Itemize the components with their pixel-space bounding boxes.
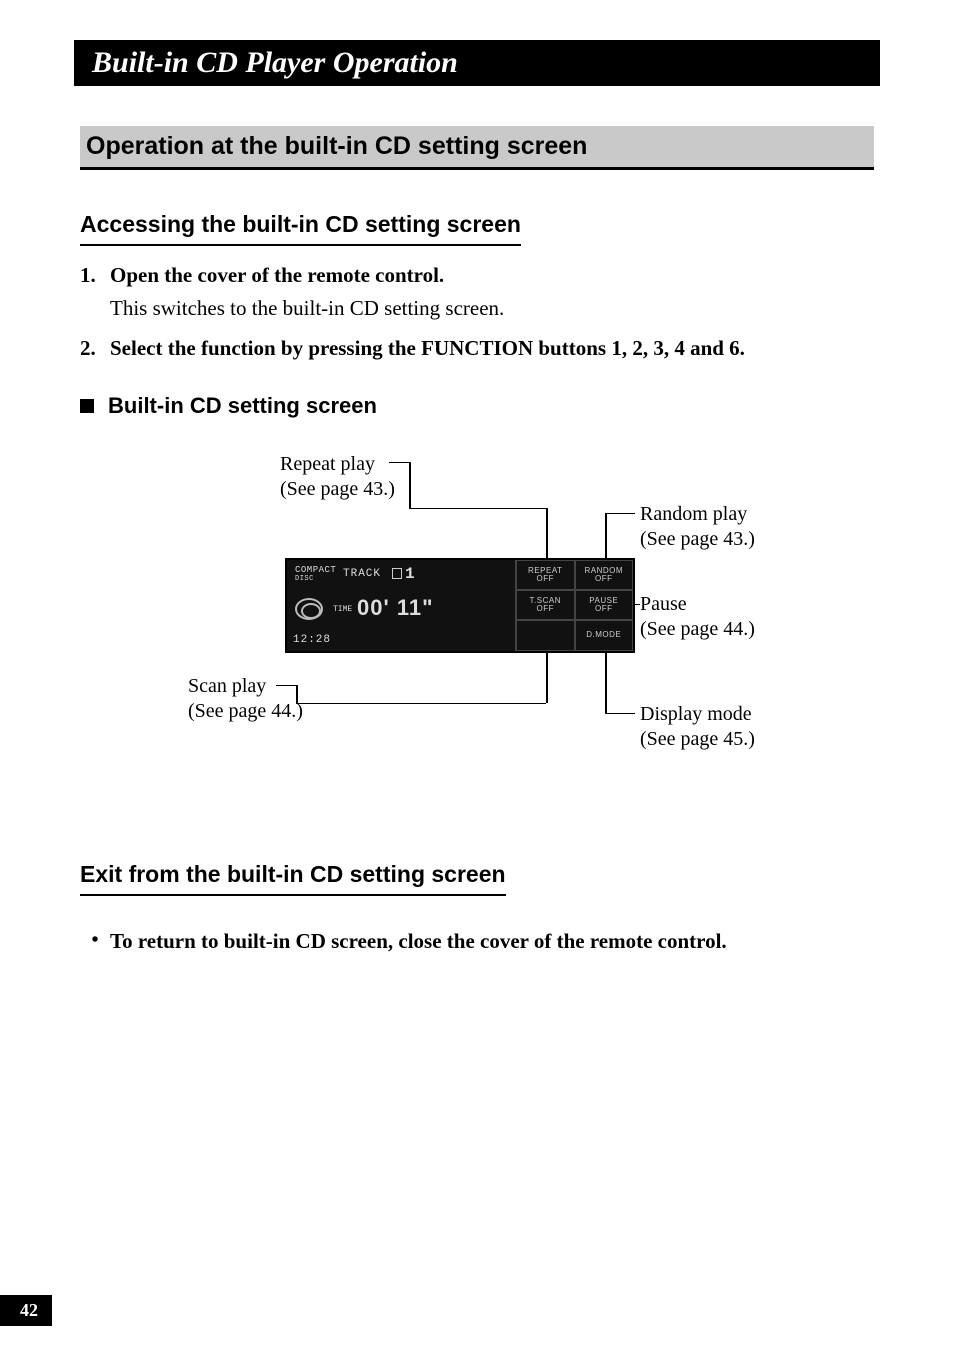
square-bullet-icon: [80, 399, 94, 413]
chapter-title-text: Built-in CD Player Operation: [92, 46, 458, 79]
btn-repeat: REPEATOFF: [516, 560, 575, 590]
track-number: 1: [392, 563, 415, 586]
callout-repeat-ref: (See page 43.): [280, 477, 395, 502]
btn-tscan: T.SCANOFF: [516, 590, 575, 620]
device-main-display: COMPACT DISC TRACK 1 TIME 00' 11" 12:28: [287, 560, 515, 651]
callout-line: [605, 513, 635, 515]
dot-bullet-icon: •: [80, 926, 110, 955]
step-row: 1. Open the cover of the remote control.…: [80, 260, 874, 323]
btn-random: RANDOMOFF: [575, 560, 634, 590]
step-title: Select the function by pressing the FUNC…: [110, 333, 874, 363]
exit-bullet-row: • To return to built-in CD screen, close…: [80, 926, 874, 956]
step-content: Open the cover of the remote control. Th…: [110, 260, 874, 323]
callout-line: [546, 508, 548, 562]
callout-line: [296, 703, 546, 705]
step-title: Open the cover of the remote control.: [110, 260, 874, 290]
step-row: 2. Select the function by pressing the F…: [80, 333, 874, 363]
callout-random-label: Random play: [640, 502, 755, 527]
callout-scan-ref: (See page 44.): [188, 699, 303, 724]
callout-line: [605, 513, 607, 562]
device-button-grid: REPEATOFF RANDOMOFF T.SCANOFF PAUSEOFF: [515, 560, 633, 651]
subsection-exit-header: Exit from the built-in CD setting screen: [80, 858, 506, 896]
compact-disc-logo-icon: COMPACT DISC: [295, 566, 336, 582]
device-lcd-screen: COMPACT DISC TRACK 1 TIME 00' 11" 12:28 …: [285, 558, 635, 653]
callout-pause: Pause (See page 44.): [640, 592, 755, 642]
disc-icon: [295, 598, 323, 620]
setting-screen-diagram: Repeat play (See page 43.) Random play (…: [80, 452, 874, 802]
callout-random-ref: (See page 43.): [640, 527, 755, 552]
time-value: 00' 11": [357, 592, 434, 624]
callout-line: [409, 508, 546, 510]
subsection-accessing-header: Accessing the built-in CD setting screen: [80, 208, 521, 246]
callout-line: [389, 462, 409, 464]
callout-line: [546, 650, 548, 703]
callout-line: [605, 713, 635, 715]
callout-line: [409, 462, 411, 508]
callout-dmode: Display mode (See page 45.): [640, 702, 755, 752]
callout-repeat: Repeat play (See page 43.): [280, 452, 395, 502]
track-label: TRACK: [343, 567, 381, 583]
step-description: This switches to the built-in CD setting…: [110, 293, 874, 323]
btn-blank: [516, 620, 575, 650]
diagram-heading-row: Built-in CD setting screen: [80, 390, 874, 422]
callout-repeat-label: Repeat play: [280, 452, 395, 477]
callout-scan: Scan play (See page 44.): [188, 674, 303, 724]
callout-line: [605, 650, 607, 713]
step-content: Select the function by pressing the FUNC…: [110, 333, 874, 363]
callout-pause-ref: (See page 44.): [640, 617, 755, 642]
page-number: 42: [0, 1295, 52, 1326]
exit-instruction: To return to built-in CD screen, close t…: [110, 926, 727, 956]
time-label: TIME: [333, 604, 352, 616]
callout-line: [296, 685, 298, 703]
callout-dmode-label: Display mode: [640, 702, 755, 727]
callout-scan-label: Scan play: [188, 674, 303, 699]
clock-value: 12:28: [293, 633, 331, 649]
diagram-heading: Built-in CD setting screen: [108, 390, 377, 422]
compact-bot: DISC: [295, 575, 314, 583]
callout-pause-label: Pause: [640, 592, 755, 617]
btn-dmode: D.MODE: [575, 620, 634, 650]
step-number: 2.: [80, 333, 110, 363]
btn-pause: PAUSEOFF: [575, 590, 634, 620]
callout-dmode-ref: (See page 45.): [640, 727, 755, 752]
chapter-title-bar: Built-in CD Player Operation: [74, 40, 880, 86]
step-number: 1.: [80, 260, 110, 323]
section-header: Operation at the built-in CD setting scr…: [80, 126, 874, 170]
callout-random: Random play (See page 43.): [640, 502, 755, 552]
callout-line: [276, 685, 296, 687]
compact-top: COMPACT: [295, 565, 336, 575]
